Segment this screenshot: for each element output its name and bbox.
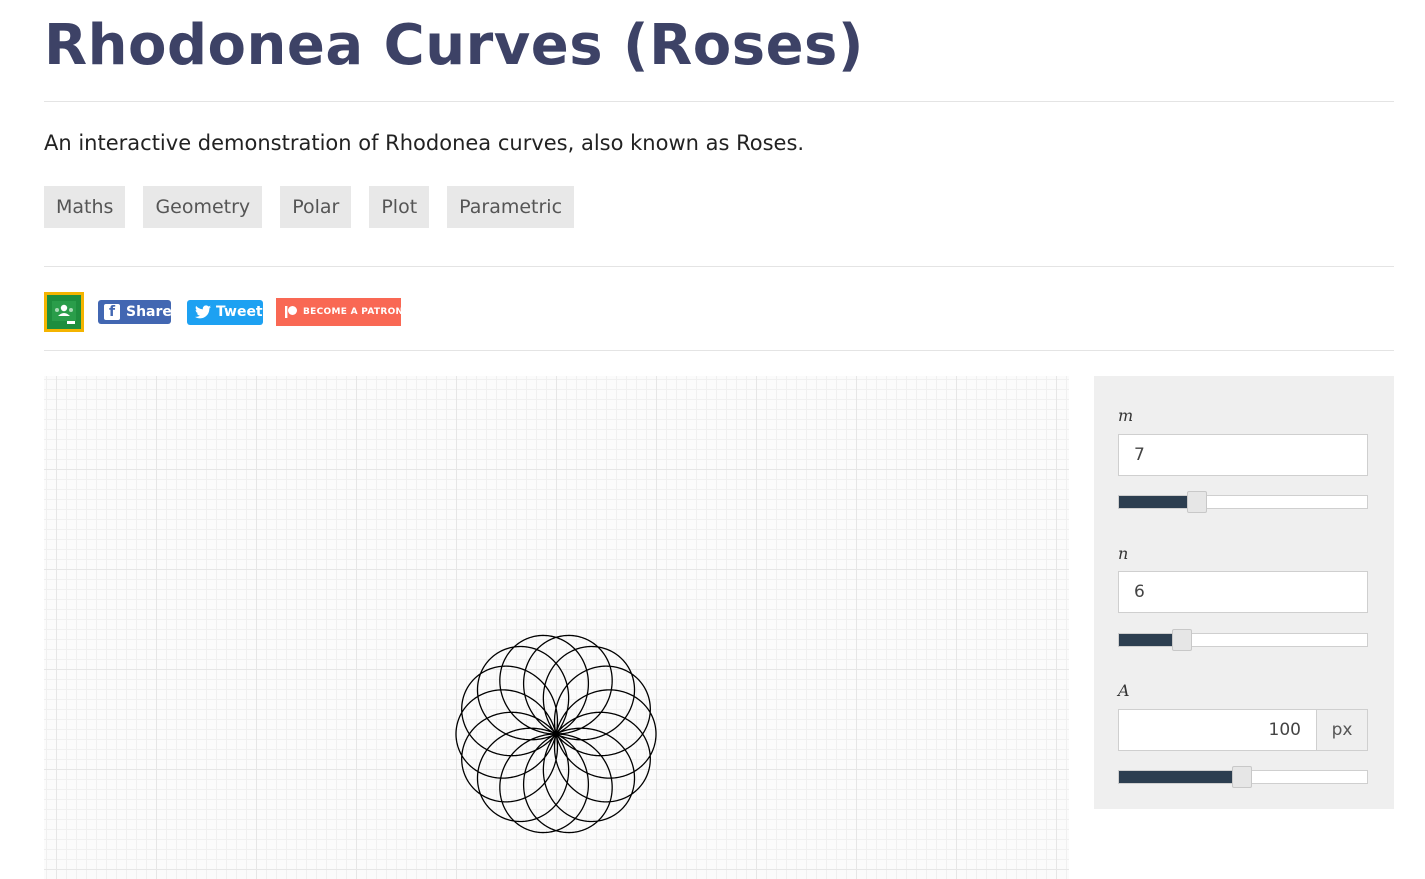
n-input[interactable]: [1118, 571, 1368, 613]
m-slider[interactable]: [1118, 491, 1368, 513]
tweet-button[interactable]: Tweet: [187, 300, 263, 325]
a-label: A: [1118, 681, 1130, 700]
n-slider-handle[interactable]: [1172, 629, 1192, 651]
m-input[interactable]: [1118, 434, 1368, 476]
facebook-icon: f: [104, 304, 120, 320]
facebook-share-label: Share: [126, 304, 172, 320]
m-label: m: [1118, 406, 1134, 425]
tag-plot[interactable]: Plot: [369, 186, 430, 228]
facebook-share-button[interactable]: f Share: [98, 300, 172, 324]
tag-polar[interactable]: Polar: [280, 186, 352, 228]
plot-canvas[interactable]: [44, 376, 1069, 879]
tag-maths[interactable]: Maths: [44, 186, 126, 228]
a-input[interactable]: [1118, 709, 1317, 751]
a-slider[interactable]: [1118, 766, 1368, 788]
page-description: An interactive demonstration of Rhodonea…: [44, 131, 805, 155]
title-divider: [44, 101, 1394, 102]
m-slider-handle[interactable]: [1186, 491, 1207, 513]
page-title: Rhodonea Curves (Roses): [44, 13, 864, 78]
rose-curve-plot: [455, 634, 657, 834]
n-label: n: [1118, 544, 1129, 563]
patreon-icon: [285, 306, 297, 318]
tag-list: Maths Geometry Polar Plot Parametric: [44, 186, 575, 228]
a-unit: px: [1317, 709, 1368, 751]
a-slider-fill: [1119, 771, 1241, 783]
m-slider-fill: [1119, 496, 1196, 508]
controls-panel: m n A px: [1094, 376, 1394, 809]
tag-geometry[interactable]: Geometry: [143, 186, 263, 228]
tweet-label: Tweet: [216, 304, 263, 320]
become-patron-button[interactable]: BECOME A PATRON: [276, 298, 404, 326]
tags-divider: [44, 266, 1394, 267]
become-patron-label: BECOME A PATRON: [303, 307, 404, 317]
google-classroom-button[interactable]: [44, 292, 84, 332]
share-divider: [44, 350, 1394, 351]
n-slider[interactable]: [1118, 629, 1368, 651]
tag-parametric[interactable]: Parametric: [447, 186, 575, 228]
a-slider-handle[interactable]: [1231, 766, 1252, 788]
google-classroom-icon: [52, 301, 76, 324]
rose-curve: [455, 634, 657, 834]
twitter-bird-icon: [195, 305, 211, 319]
